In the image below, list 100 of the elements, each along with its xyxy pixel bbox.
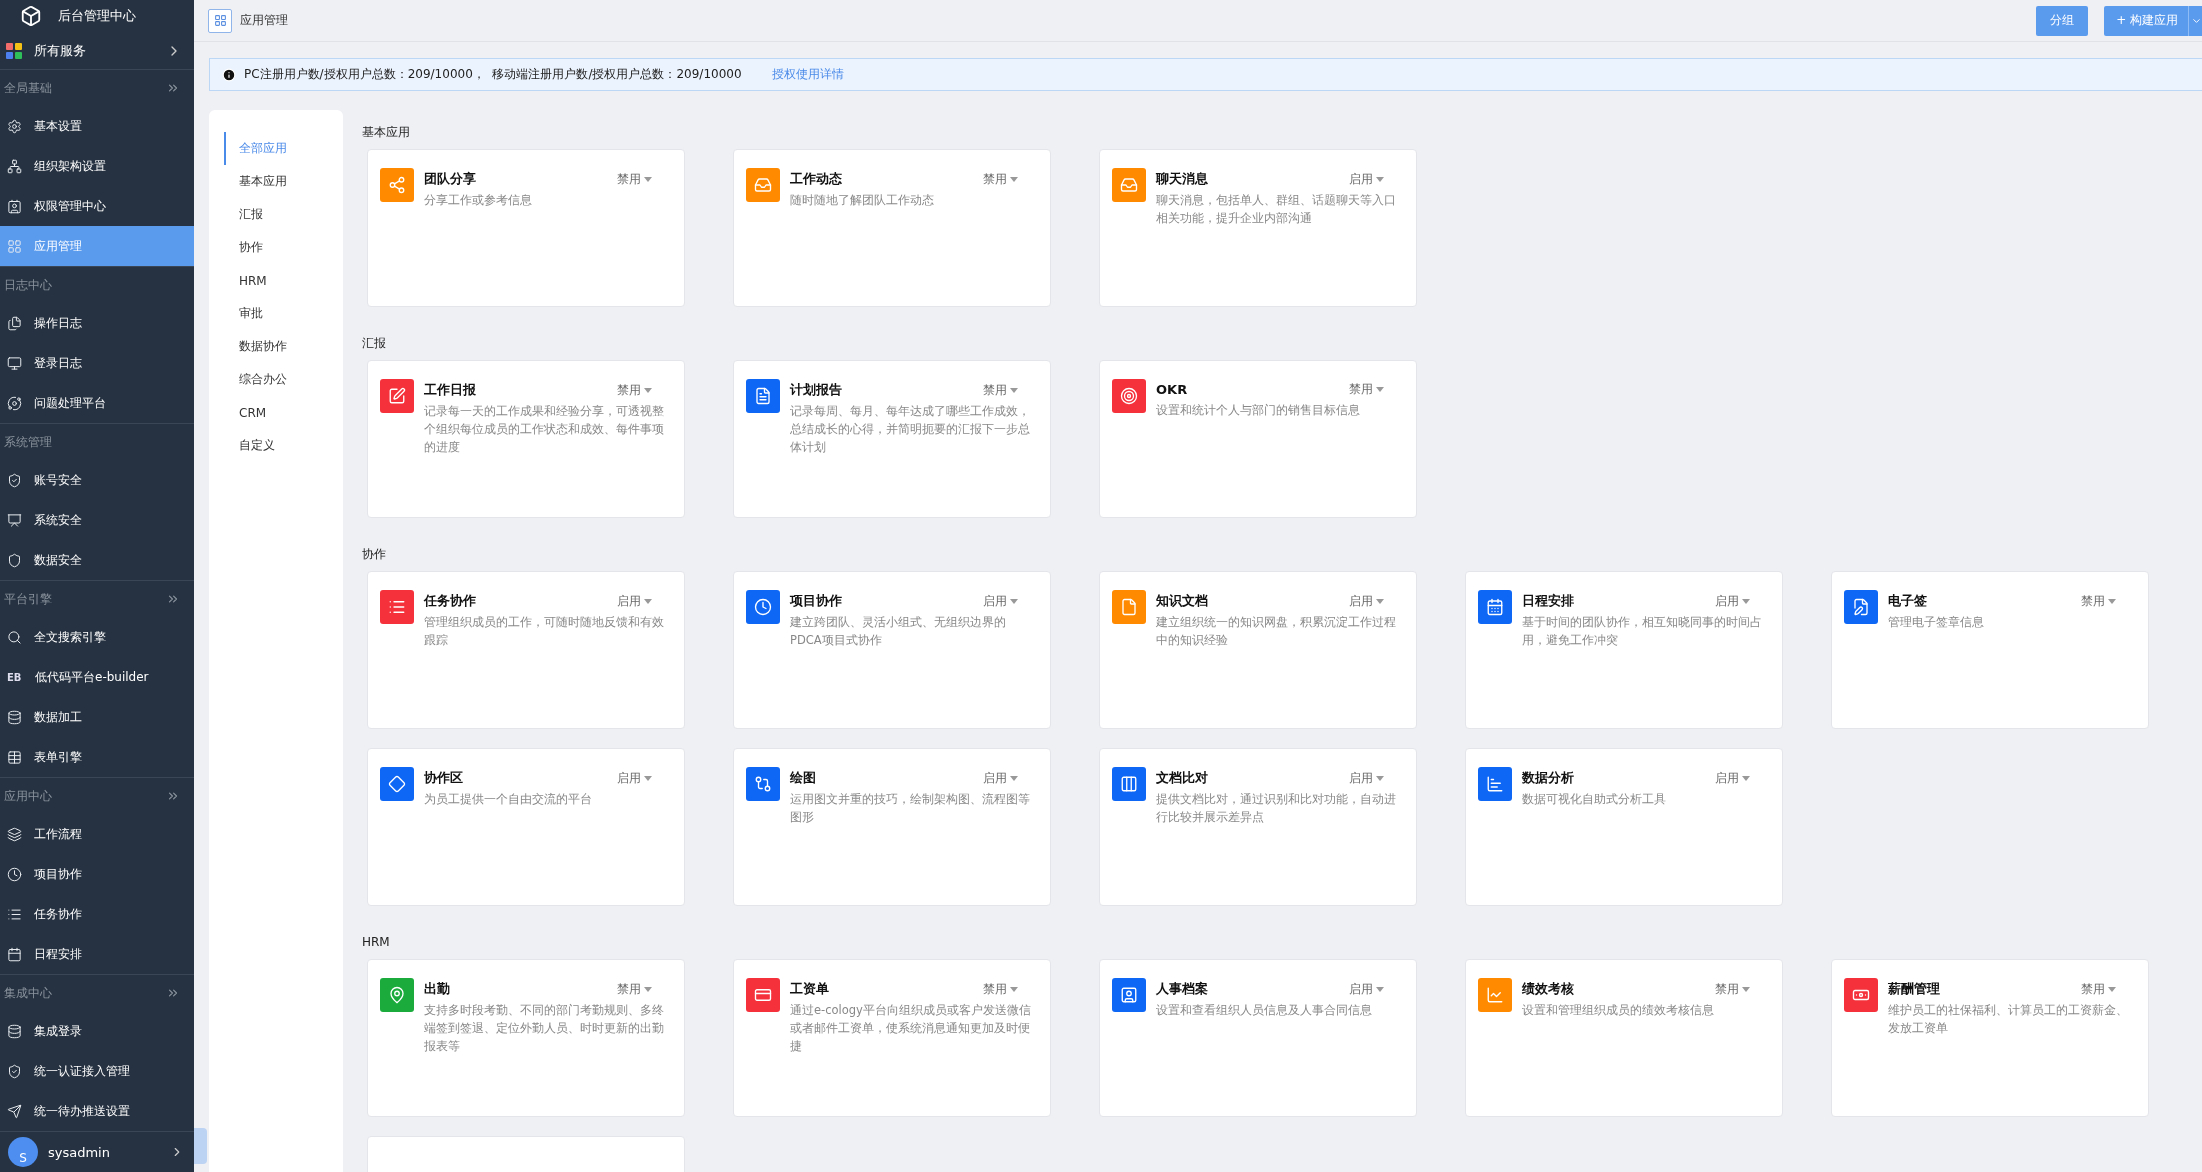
app-card[interactable]: 知识文档 启用 建立组织统一的知识网盘，积累沉淀工作过程中的知识经验 (1099, 571, 1417, 729)
status-dropdown[interactable]: 启用 (1715, 592, 1750, 610)
status-dropdown[interactable]: 禁用 (1715, 980, 1750, 998)
sidebar-item[interactable]: 组织架构设置 (0, 146, 194, 186)
app-card[interactable]: 电子签 禁用 管理电子签章信息 (1831, 571, 2149, 729)
app-card[interactable]: 任务协作 启用 管理组织成员的工作，可随时随地反馈和有效跟踪 (367, 571, 685, 729)
app-description: 维护员工的社保福利、计算员工的工资薪金、发放工资单 (1888, 1002, 2129, 1037)
category-item[interactable]: 协作 (224, 231, 343, 264)
category-item[interactable]: 自定义 (224, 429, 343, 462)
caret-icon (1010, 176, 1018, 182)
menu-icon (7, 512, 22, 528)
status-dropdown[interactable]: 禁用 (983, 980, 1018, 998)
status-dropdown[interactable]: 禁用 (1349, 381, 1384, 398)
category-item[interactable]: HRM (224, 264, 343, 297)
category-item[interactable]: 基本应用 (224, 165, 343, 198)
sidebar-item[interactable]: 登录日志 (0, 343, 194, 383)
sidebar-item[interactable]: 统一认证接入管理 (0, 1051, 194, 1091)
category-item[interactable]: 全部应用 (224, 132, 343, 165)
app-card[interactable]: 薪酬管理 禁用 维护员工的社保福利、计算员工的工资薪金、发放工资单 (1831, 959, 2149, 1117)
status-dropdown[interactable]: 启用 (1349, 592, 1384, 610)
collapse-icon[interactable] (166, 592, 180, 606)
app-card[interactable]: OKR 禁用 设置和统计个人与部门的销售目标信息 (1099, 360, 1417, 518)
status-dropdown[interactable]: 禁用 (983, 170, 1018, 188)
app-card[interactable]: 数据分析 启用 数据可视化自助式分析工具 (1465, 748, 1783, 906)
app-card[interactable]: 日程安排 启用 基于时间的团队协作，相互知晓同事的时间占用，避免工作冲突 (1465, 571, 1783, 729)
sidebar-item[interactable]: 操作日志 (0, 303, 194, 343)
sidebar-item[interactable]: 全文搜索引擎 (0, 617, 194, 657)
app-description: 建立跨团队、灵活小组式、无组织边界的PDCA项目式协作 (790, 614, 1007, 649)
sidebar-item[interactable]: 账号安全 (0, 460, 194, 500)
section-title: 系统管理 (4, 433, 53, 451)
app-name: 电子签 (1888, 592, 1928, 610)
sidebar-item[interactable]: EB 低代码平台e-builder (0, 657, 194, 697)
status-dropdown[interactable]: 启用 (983, 592, 1018, 610)
sidebar-item[interactable]: 项目协作 (0, 854, 194, 894)
app-card[interactable]: 聊天消息 启用 聊天消息，包括单人、群组、话题聊天等入口相关功能，提升企业内部沟通 (1099, 149, 1417, 307)
status-dropdown[interactable]: 启用 (1349, 170, 1384, 188)
status-dropdown[interactable]: 启用 (617, 769, 652, 787)
status-dropdown[interactable]: 禁用 (983, 381, 1018, 399)
status-dropdown[interactable]: 启用 (617, 592, 652, 610)
app-card[interactable]: 工作日报 禁用 记录每一天的工作成果和经验分享，可透视整个组织每位成员的工作状态和成效、每件事项的进度 (367, 360, 685, 518)
app-name: 数据分析 (1522, 769, 1575, 787)
app-name: 绩效考核 (1522, 980, 1575, 998)
status-dropdown[interactable]: 启用 (1349, 980, 1384, 998)
category-item[interactable]: 数据协作 (224, 330, 343, 363)
app-card[interactable]: 工资单 禁用 通过e-cology平台向组织成员或客户发送微信或者邮件工资单，使系统消息通知更加及时便捷 (733, 959, 1051, 1117)
app-card[interactable]: 工作动态 禁用 随时随地了解团队工作动态 (733, 149, 1051, 307)
app-card[interactable]: 协作区 启用 为员工提供一个自由交流的平台 (367, 748, 685, 906)
category-item[interactable]: 汇报 (224, 198, 343, 231)
app-card[interactable]: 绘图 启用 运用图文并重的技巧，绘制架构图、流程图等图形 (733, 748, 1051, 906)
app-name: 工资单 (790, 980, 830, 998)
sidebar-item[interactable]: 统一待办推送设置 (0, 1091, 194, 1131)
all-services-item[interactable]: 所有服务 (0, 32, 194, 70)
sidebar-item[interactable]: 日程安排 (0, 934, 194, 974)
sidebar-item[interactable]: 表单引擎 (0, 737, 194, 777)
section-title: 全局基础 (4, 79, 53, 97)
caret-icon (1010, 986, 1018, 992)
category-item[interactable]: 审批 (224, 297, 343, 330)
collapse-icon[interactable] (166, 789, 180, 803)
menu-icon (7, 946, 22, 962)
app-description: 设置和查看组织人员信息及人事合同信息 (1156, 1002, 1373, 1019)
app-description: 支持多时段考勤、不同的部门考勤规则、多终端签到签退、定位外勤人员、时时更新的出勤报表等 (424, 1002, 665, 1055)
collapse-icon[interactable] (166, 81, 180, 95)
status-dropdown[interactable]: 禁用 (2081, 980, 2116, 998)
sidebar-item[interactable]: 任务协作 (0, 894, 194, 934)
status-dropdown[interactable]: 启用 (1349, 769, 1384, 787)
sidebar-item[interactable]: 问题处理平台 (0, 383, 194, 423)
user-menu[interactable]: S sysadmin (0, 1132, 194, 1172)
app-card[interactable]: 团队分享 禁用 分享工作或参考信息 (367, 149, 685, 307)
status-dropdown[interactable]: 禁用 (617, 381, 652, 399)
menu-icon (7, 749, 22, 765)
sidebar-item[interactable]: 基本设置 (0, 106, 194, 146)
app-card[interactable]: 人事档案 启用 设置和查看组织人员信息及人事合同信息 (1099, 959, 1417, 1117)
category-item[interactable]: 综合办公 (224, 363, 343, 396)
app-name: 工作动态 (790, 170, 843, 188)
status-dropdown[interactable]: 禁用 (2081, 592, 2116, 610)
sidebar-item[interactable]: 数据加工 (0, 697, 194, 737)
app-card[interactable]: 计划报告 禁用 记录每周、每月、每年达成了哪些工作成效，总结成长的心得，并简明扼要的汇报下一步总体计划 (733, 360, 1051, 518)
sidebar-item[interactable]: 集成登录 (0, 1011, 194, 1051)
section-title: 应用中心 (4, 787, 53, 805)
status-dropdown[interactable]: 启用 (1715, 769, 1750, 787)
collapse-handle[interactable] (194, 1128, 207, 1164)
collapse-icon[interactable] (166, 986, 180, 1000)
status-dropdown[interactable]: 启用 (983, 769, 1018, 787)
dropdown-button[interactable] (2188, 5, 2202, 36)
app-card[interactable]: 项目协作 启用 建立跨团队、灵活小组式、无组织边界的PDCA项目式协作 (733, 571, 1051, 729)
status-dropdown[interactable]: 禁用 (617, 980, 652, 998)
caret-icon (1376, 775, 1384, 781)
sidebar-item[interactable]: 工作流程 (0, 814, 194, 854)
app-description: 随时随地了解团队工作动态 (790, 192, 935, 209)
app-card[interactable]: 出勤 禁用 支持多时段考勤、不同的部门考勤规则、多终端签到签退、定位外勤人员、时时更新的出勤报表等 (367, 959, 685, 1117)
app-card[interactable]: 文档比对 启用 提供文档比对，通过识别和比对功能，自动进行比较并展示差异点 (1099, 748, 1417, 906)
sidebar-item[interactable]: 数据安全 (0, 540, 194, 580)
app-title: 后台管理中心 (58, 7, 136, 26)
app-description: 管理组织成员的工作，可随时随地反馈和有效跟踪 (424, 614, 665, 649)
sidebar-item[interactable]: 权限管理中心 (0, 186, 194, 226)
category-item[interactable]: CRM (224, 396, 343, 429)
status-dropdown[interactable]: 禁用 (617, 170, 652, 188)
section-title: 日志中心 (4, 276, 53, 294)
app-card[interactable]: 绩效考核 禁用 设置和管理组织成员的绩效考核信息 (1465, 959, 1783, 1117)
sidebar-item[interactable]: 系统安全 (0, 500, 194, 540)
